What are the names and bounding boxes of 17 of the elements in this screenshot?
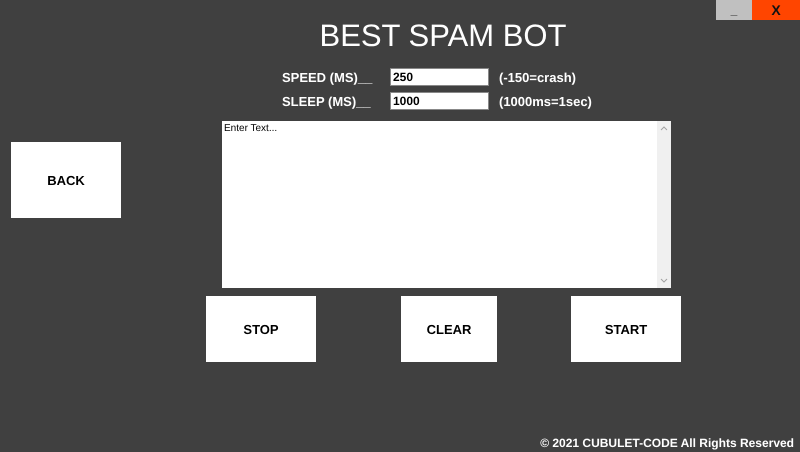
- input-field[interactable]: 1000: [390, 92, 489, 110]
- setting-hint: (1000ms=1sec): [499, 94, 593, 108]
- scroll-down-icon[interactable]: [660, 278, 668, 283]
- back-button[interactable]: BACK: [11, 142, 121, 218]
- minimize-button[interactable]: _: [716, 0, 752, 20]
- action-button[interactable]: START: [571, 296, 681, 362]
- scrollbar[interactable]: [657, 121, 671, 288]
- setting-hint: (-150=crash): [499, 70, 577, 84]
- scroll-up-icon[interactable]: [660, 126, 668, 131]
- app-title: BEST SPAM BOT: [318, 20, 568, 55]
- setting-label: SLEEP (MS)__: [282, 94, 372, 108]
- setting-label: SPEED (MS)__: [282, 70, 374, 84]
- action-button[interactable]: STOP: [206, 296, 316, 362]
- close-button[interactable]: X: [752, 0, 800, 20]
- input-field[interactable]: 250: [390, 68, 489, 86]
- copyright-text: © 2021 CUBULET-CODE All Rights Reserved: [539, 436, 795, 450]
- action-button[interactable]: CLEAR: [401, 296, 497, 362]
